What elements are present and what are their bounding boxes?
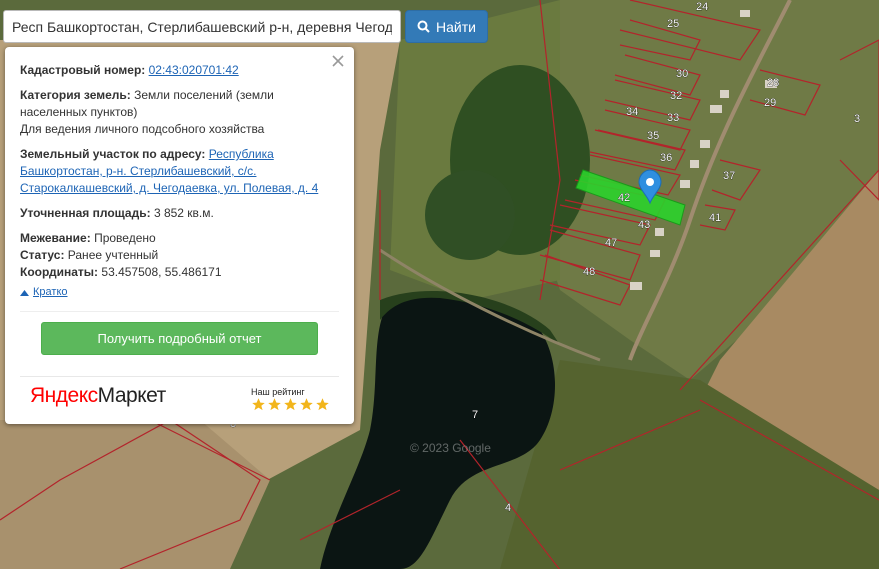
star-icon [284, 398, 297, 411]
coords-label: Координаты: [20, 265, 99, 279]
category-row: Категория земель: Земли поселений (земли… [20, 87, 340, 138]
parcel-label-29: 29 [764, 97, 776, 109]
status-value: Ранее учтенный [67, 248, 159, 262]
parcel-label-4: 4 [505, 502, 511, 514]
survey-value: Проведено [94, 231, 156, 245]
parcel-label-25: 25 [667, 18, 679, 30]
parcel-label-36: 36 [660, 152, 672, 164]
parcel-label-41: 41 [709, 212, 721, 224]
area-value: 3 852 кв.м. [153, 206, 214, 220]
parcel-label-28: 28 [767, 77, 779, 89]
star-icon [316, 398, 329, 411]
usage-value: Для ведения личного подсобного хозяйства [20, 122, 265, 136]
cadastral-number-link[interactable]: 02:43:020701:42 [149, 63, 239, 77]
market-logo-text: Маркет [97, 384, 167, 407]
parcel-label-32: 32 [670, 90, 682, 102]
search-box[interactable] [3, 10, 401, 43]
collapse-link[interactable]: Кратко [20, 284, 340, 301]
survey-label: Межевание: [20, 231, 91, 245]
area-label: Уточненная площадь: [20, 206, 151, 220]
status-label: Статус: [20, 248, 65, 262]
parcel-label-30: 30 [676, 68, 688, 80]
parcel-label-47: 47 [605, 237, 617, 249]
detailed-report-button[interactable]: Получить подробный отчет [41, 322, 318, 355]
search-icon [417, 20, 430, 33]
area-row: Уточненная площадь: 3 852 кв.м. [20, 205, 340, 222]
triangle-up-icon [20, 289, 29, 296]
cadastral-row: Кадастровый номер: 02:43:020701:42 [20, 62, 340, 79]
parcel-info-popup: Кадастровый номер: 02:43:020701:42 Катег… [5, 47, 354, 424]
survey-row: Межевание: Проведено [20, 230, 340, 247]
parcel-label-34: 34 [626, 106, 638, 118]
status-row: Статус: Ранее учтенный [20, 247, 340, 264]
divider [20, 376, 339, 377]
yandex-market-logo[interactable]: ЯндексМаркет [30, 384, 167, 407]
close-icon[interactable] [330, 53, 346, 69]
search-button[interactable]: Найти [405, 10, 488, 43]
yandex-logo-text: Яндекс [30, 384, 98, 407]
parcel-label-48: 48 [583, 266, 595, 278]
cadastral-label: Кадастровый номер: [20, 63, 146, 77]
parcel-label-33: 33 [667, 112, 679, 124]
parcel-label-3: 3 [854, 113, 860, 125]
address-label: Земельный участок по адресу: [20, 147, 206, 161]
parcel-label-37: 37 [723, 170, 735, 182]
parcel-label-42: 42 [618, 192, 630, 204]
parcel-label-43: 43 [638, 219, 650, 231]
coords-value: 53.457508, 55.486171 [101, 265, 222, 279]
rating-stars [251, 397, 330, 412]
address-row: Земельный участок по адресу: Республика … [20, 146, 340, 197]
forest-patch-2 [425, 170, 515, 260]
star-icon [268, 398, 281, 411]
star-icon [252, 398, 265, 411]
map-watermark: © 2023 Google [410, 441, 491, 455]
parcel-label-7: 7 [472, 409, 478, 421]
collapse-label: Кратко [33, 286, 68, 298]
search-button-label: Найти [436, 18, 476, 35]
star-icon [300, 398, 313, 411]
search-input[interactable] [4, 11, 400, 42]
parcel-label-24: 24 [696, 1, 708, 13]
divider [20, 311, 339, 312]
category-label: Категория земель: [20, 88, 131, 102]
coords-row: Координаты: 53.457508, 55.486171 [20, 264, 340, 281]
parcel-label-35: 35 [647, 130, 659, 142]
